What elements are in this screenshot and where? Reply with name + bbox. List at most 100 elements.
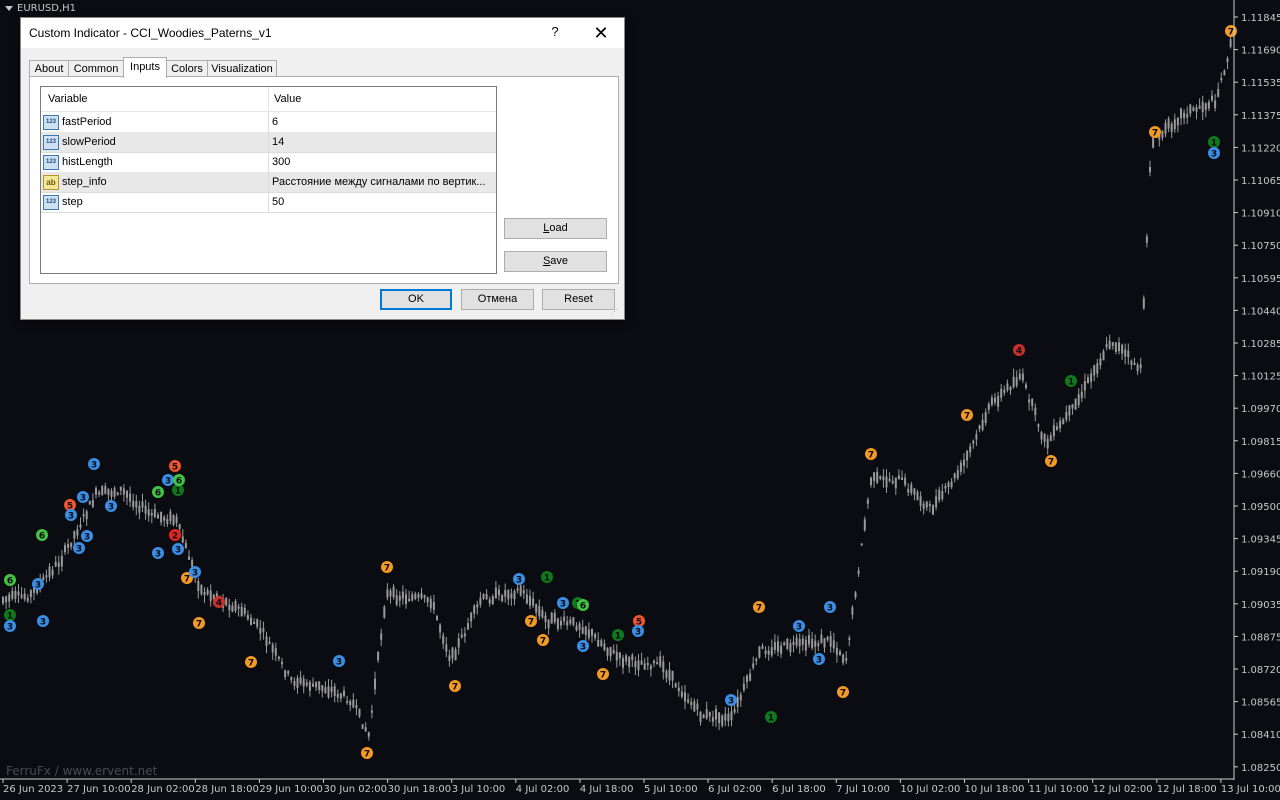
- candle-body: [420, 593, 423, 599]
- candle-body: [1149, 166, 1151, 173]
- tab-colors[interactable]: Colors: [166, 60, 208, 77]
- candle-body: [618, 652, 621, 659]
- table-row[interactable]: 123 fastPeriod 6: [41, 112, 496, 133]
- tab-common[interactable]: Common: [68, 60, 124, 77]
- candle-body: [138, 505, 141, 513]
- chart-symbol-label[interactable]: EURUSD,H1: [5, 3, 76, 14]
- variable-value[interactable]: 14: [272, 136, 492, 148]
- candle-body: [873, 472, 876, 481]
- price-label: 1.08410: [1241, 730, 1280, 741]
- candle-body: [1195, 107, 1198, 112]
- variable-name: step_info: [62, 176, 107, 188]
- candle-body: [312, 683, 314, 687]
- grid-header: Variable Value: [41, 87, 496, 112]
- candle-body: [649, 665, 652, 670]
- candle-body: [860, 543, 863, 546]
- candle-body: [789, 643, 792, 653]
- signal-label: 7: [528, 618, 534, 628]
- custom-indicator-dialog: Custom Indicator - CCI_Woodies_Paterns_v…: [20, 17, 625, 320]
- table-row[interactable]: ab step_info Расстояние между сигналами …: [41, 172, 496, 193]
- candle-body: [169, 511, 172, 522]
- variable-name: histLength: [62, 156, 113, 168]
- signal-label: 6: [155, 489, 161, 499]
- load-button[interactable]: Load: [504, 218, 607, 239]
- close-button[interactable]: ✕: [589, 22, 613, 44]
- candle-body: [398, 595, 401, 601]
- candle-body: [1015, 377, 1018, 386]
- candle-body: [848, 637, 851, 640]
- table-row[interactable]: 123 slowPeriod 14: [41, 132, 496, 153]
- candle-body: [699, 711, 702, 722]
- candle-body: [928, 504, 931, 507]
- candle-body: [287, 671, 290, 674]
- candle-body: [1111, 342, 1114, 346]
- candle-body: [14, 590, 17, 599]
- candle-body: [482, 594, 485, 599]
- candle-body: [736, 696, 739, 708]
- candle-body: [95, 488, 97, 495]
- candle-body: [1083, 381, 1086, 391]
- candle-body: [808, 635, 810, 645]
- candle-body: [1090, 373, 1093, 382]
- candle-body: [634, 661, 637, 668]
- candle-body: [783, 642, 786, 646]
- candle-body: [1217, 89, 1220, 97]
- table-row[interactable]: 123 step 50: [41, 192, 496, 213]
- candle-body: [1189, 104, 1192, 114]
- price-label: 1.09345: [1241, 535, 1280, 546]
- tab-inputs[interactable]: Inputs: [123, 57, 167, 78]
- candle-body: [702, 714, 705, 718]
- time-label: 11 Jul 10:00: [1029, 784, 1089, 795]
- variable-value[interactable]: Расстояние между сигналами по вертик...: [272, 176, 492, 188]
- signal-label: 3: [91, 461, 97, 471]
- candle-body: [101, 486, 104, 496]
- resize-grip-icon[interactable]: ⋰: [611, 308, 618, 316]
- signal-label: 3: [827, 604, 833, 614]
- candle-body: [1204, 103, 1207, 110]
- candle-body: [160, 511, 163, 523]
- candle-body: [1176, 117, 1179, 126]
- candle-body: [1139, 364, 1142, 369]
- variable-value[interactable]: 50: [272, 196, 492, 208]
- candle-body: [23, 593, 26, 600]
- header-variable[interactable]: Variable: [48, 93, 88, 105]
- candle-body: [488, 599, 491, 604]
- candle-body: [801, 638, 804, 645]
- candle-body: [572, 617, 575, 625]
- candle-body: [293, 680, 296, 686]
- save-button[interactable]: Save: [504, 251, 607, 272]
- candle-body: [969, 445, 972, 453]
- help-button[interactable]: ?: [545, 24, 565, 42]
- candle-body: [432, 602, 435, 610]
- header-value[interactable]: Value: [274, 93, 301, 105]
- cancel-button[interactable]: Отмена: [461, 289, 534, 310]
- variable-value[interactable]: 300: [272, 156, 492, 168]
- candle-body: [665, 671, 668, 678]
- signal-label: 3: [80, 494, 86, 504]
- candle-body: [355, 705, 358, 709]
- ok-button[interactable]: OK: [380, 289, 452, 310]
- candle-body: [256, 619, 259, 627]
- table-row[interactable]: 123 histLength 300: [41, 152, 496, 173]
- candle-body: [1012, 376, 1015, 388]
- reset-button[interactable]: Reset: [542, 289, 615, 310]
- tab-about[interactable]: About: [29, 60, 69, 77]
- number-type-icon: 123: [43, 115, 59, 130]
- candle-body: [349, 701, 352, 706]
- candle-body: [553, 612, 556, 623]
- signal-label: 3: [728, 697, 734, 707]
- tab-visualization[interactable]: Visualization: [207, 60, 277, 77]
- variable-value[interactable]: 6: [272, 116, 492, 128]
- dialog-titlebar[interactable]: Custom Indicator - CCI_Woodies_Paterns_v…: [21, 18, 624, 48]
- header-separator[interactable]: [268, 87, 269, 111]
- inputs-grid[interactable]: Variable Value 123 fastPeriod 6 123 slow…: [40, 86, 497, 274]
- candle-body: [8, 594, 11, 602]
- candle-body: [401, 591, 404, 599]
- candle-body: [445, 644, 448, 652]
- candle-body: [116, 492, 119, 496]
- candle-body: [129, 493, 132, 502]
- candle-body: [463, 633, 466, 637]
- candle-body: [64, 545, 66, 553]
- candle-body: [978, 425, 981, 429]
- candle-body: [544, 615, 547, 622]
